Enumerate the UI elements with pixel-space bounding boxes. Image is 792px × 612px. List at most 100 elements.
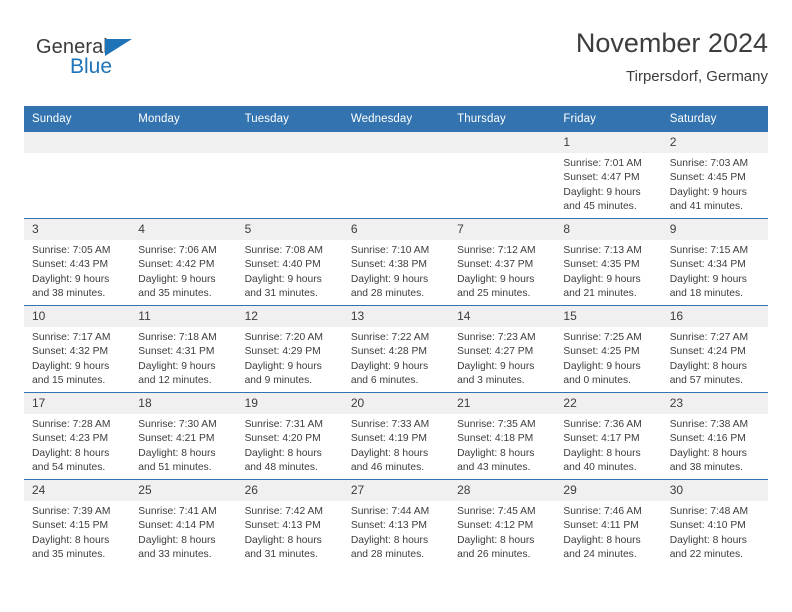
day-details: Sunrise: 7:20 AM Sunset: 4:29 PM Daylight:…: [237, 327, 343, 388]
day-details: Sunrise: 7:28 AM Sunset: 4:23 PM Daylight:…: [24, 414, 130, 475]
calendar-day-cell[interactable]: 18 Sunrise: 7:30 AM Sunset: 4:21 PM Dayligh…: [130, 392, 237, 480]
calendar-week-row: 3 Sunrise: 7:05 AM Sunset: 4:43 PM Daylight…: [24, 218, 768, 306]
day-number: 17: [24, 393, 131, 414]
daylight-text: Daylight: 9 hours and 3 minutes.: [457, 360, 535, 386]
calendar-day-cell[interactable]: 12 Sunrise: 7:20 AM Sunset: 4:29 PM Dayligh…: [236, 305, 343, 393]
weekday-header-row: Sunday Monday Tuesday Wednesday Thursday Frid…: [24, 106, 768, 132]
sunset-text: Sunset: 4:24 PM: [669, 346, 746, 358]
sunset-text: Sunset: 4:11 PM: [563, 520, 639, 532]
sunset-text: Sunset: 4:14 PM: [138, 520, 215, 532]
day-details: Sunrise: 7:17 AM Sunset: 4:32 PM Daylight:…: [24, 327, 130, 388]
sunrise-text: Sunrise: 7:44 AM: [350, 506, 430, 517]
calendar-day-cell[interactable]: 10 Sunrise: 7:17 AM Sunset: 4:32 PM Dayligh…: [24, 305, 131, 393]
calendar-day-cell[interactable]: 3 Sunrise: 7:05 AM Sunset: 4:43 PM Daylight…: [24, 218, 131, 306]
calendar-day-cell[interactable]: 26 Sunrise: 7:42 AM Sunset: 4:13 PM Dayligh…: [236, 479, 343, 566]
day-details: Sunrise: 7:48 AM Sunset: 4:10 PM Daylight:…: [662, 501, 768, 562]
day-number: 20: [342, 393, 450, 414]
sunset-text: Sunset: 4:28 PM: [350, 346, 427, 358]
day-number: 15: [555, 306, 662, 327]
calendar-day-cell[interactable]: 5 Sunrise: 7:08 AM Sunset: 4:40 PM Daylight…: [236, 218, 343, 306]
sunrise-text: Sunrise: 7:35 AM: [457, 419, 536, 430]
daylight-text: Daylight: 9 hours and 28 minutes.: [350, 273, 429, 299]
day-number: [449, 132, 556, 153]
calendar-day-cell[interactable]: 28 Sunrise: 7:45 AM Sunset: 4:12 PM Dayligh…: [449, 479, 556, 566]
sunrise-text: Sunrise: 7:12 AM: [457, 245, 536, 256]
daylight-text: Daylight: 8 hours and 46 minutes.: [350, 447, 429, 473]
brand-logo[interactable]: General Blue: [36, 34, 216, 90]
calendar-day-cell[interactable]: 17 Sunrise: 7:28 AM Sunset: 4:23 PM Dayligh…: [24, 392, 131, 480]
day-details: Sunrise: 7:18 AM Sunset: 4:31 PM Daylight:…: [130, 327, 236, 388]
calendar-cell-empty: [342, 132, 450, 219]
calendar-day-cell[interactable]: 8 Sunrise: 7:13 AM Sunset: 4:35 PM Daylight…: [555, 218, 662, 306]
sunset-text: Sunset: 4:43 PM: [32, 259, 109, 271]
sunset-text: Sunset: 4:38 PM: [350, 259, 427, 271]
sunrise-text: Sunrise: 7:10 AM: [350, 245, 430, 256]
day-number: 18: [130, 393, 237, 414]
calendar-day-cell[interactable]: 22 Sunrise: 7:36 AM Sunset: 4:17 PM Dayligh…: [555, 392, 662, 480]
weekday-header-monday: Monday: [130, 106, 237, 132]
day-number: 27: [342, 480, 450, 501]
calendar-day-cell[interactable]: 27 Sunrise: 7:44 AM Sunset: 4:13 PM Dayligh…: [342, 479, 450, 566]
sunrise-text: Sunrise: 7:13 AM: [563, 245, 642, 256]
day-details: Sunrise: 7:06 AM Sunset: 4:42 PM Daylight:…: [130, 240, 236, 301]
calendar-day-cell[interactable]: 19 Sunrise: 7:31 AM Sunset: 4:20 PM Dayligh…: [236, 392, 343, 480]
calendar-day-cell[interactable]: 23 Sunrise: 7:38 AM Sunset: 4:16 PM Dayligh…: [661, 392, 768, 480]
calendar-day-cell[interactable]: 14 Sunrise: 7:23 AM Sunset: 4:27 PM Dayligh…: [449, 305, 556, 393]
weekday-header-thursday: Thursday: [449, 106, 556, 132]
calendar-day-cell[interactable]: 11 Sunrise: 7:18 AM Sunset: 4:31 PM Dayligh…: [130, 305, 237, 393]
calendar-day-cell[interactable]: 15 Sunrise: 7:25 AM Sunset: 4:25 PM Dayligh…: [555, 305, 662, 393]
title-block: November 2024 Tirpersdorf, Germany: [576, 26, 768, 88]
calendar-day-cell[interactable]: 13 Sunrise: 7:22 AM Sunset: 4:28 PM Dayligh…: [342, 305, 450, 393]
day-number: [236, 132, 343, 153]
day-number: 12: [236, 306, 343, 327]
calendar-day-cell[interactable]: 20 Sunrise: 7:33 AM Sunset: 4:19 PM Dayligh…: [342, 392, 450, 480]
daylight-text: Daylight: 8 hours and 22 minutes.: [669, 534, 747, 560]
sunset-text: Sunset: 4:40 PM: [244, 259, 321, 271]
day-details: Sunrise: 7:33 AM Sunset: 4:19 PM Daylight:…: [343, 414, 449, 475]
calendar-day-cell[interactable]: 16 Sunrise: 7:27 AM Sunset: 4:24 PM Dayligh…: [661, 305, 768, 393]
sunset-text: Sunset: 4:47 PM: [563, 172, 640, 184]
calendar-day-cell[interactable]: 1 Sunrise: 7:01 AM Sunset: 4:47 PM Daylight…: [555, 132, 662, 219]
day-number: 14: [449, 306, 556, 327]
sunrise-text: Sunrise: 7:01 AM: [563, 158, 642, 169]
calendar-day-cell[interactable]: 30 Sunrise: 7:48 AM Sunset: 4:10 PM Dayligh…: [661, 479, 768, 566]
daylight-text: Daylight: 9 hours and 9 minutes.: [244, 360, 322, 386]
sunset-text: Sunset: 4:31 PM: [138, 346, 215, 358]
daylight-text: Daylight: 8 hours and 31 minutes.: [244, 534, 322, 560]
daylight-text: Daylight: 9 hours and 12 minutes.: [138, 360, 216, 386]
calendar-day-cell[interactable]: 6 Sunrise: 7:10 AM Sunset: 4:38 PM Daylight…: [342, 218, 450, 306]
calendar-day-cell[interactable]: 21 Sunrise: 7:35 AM Sunset: 4:18 PM Dayligh…: [449, 392, 556, 480]
day-details: Sunrise: 7:23 AM Sunset: 4:27 PM Daylight:…: [449, 327, 555, 388]
calendar-day-cell[interactable]: 25 Sunrise: 7:41 AM Sunset: 4:14 PM Dayligh…: [130, 479, 237, 566]
calendar-day-cell[interactable]: 24 Sunrise: 7:39 AM Sunset: 4:15 PM Dayligh…: [24, 479, 131, 566]
calendar-week-row: 1 Sunrise: 7:01 AM Sunset: 4:47 PM Daylight…: [24, 132, 768, 219]
sunset-text: Sunset: 4:29 PM: [244, 346, 321, 358]
sunset-text: Sunset: 4:15 PM: [32, 520, 109, 532]
day-details: Sunrise: 7:42 AM Sunset: 4:13 PM Daylight:…: [237, 501, 343, 562]
daylight-text: Daylight: 9 hours and 31 minutes.: [244, 273, 322, 299]
daylight-text: Daylight: 8 hours and 38 minutes.: [669, 447, 747, 473]
brand-name-general: General: [36, 36, 108, 58]
day-number: 24: [24, 480, 131, 501]
day-number: 10: [24, 306, 131, 327]
day-number: 8: [555, 219, 662, 240]
day-number: 16: [661, 306, 768, 327]
day-details: Sunrise: 7:41 AM Sunset: 4:14 PM Daylight:…: [130, 501, 236, 562]
calendar-day-cell[interactable]: 4 Sunrise: 7:06 AM Sunset: 4:42 PM Daylight…: [130, 218, 237, 306]
sunrise-text: Sunrise: 7:28 AM: [32, 419, 111, 430]
day-number: 22: [555, 393, 662, 414]
sunset-text: Sunset: 4:35 PM: [563, 259, 640, 271]
brand-name-blue: Blue: [70, 55, 113, 78]
calendar-day-cell[interactable]: 7 Sunrise: 7:12 AM Sunset: 4:37 PM Daylight…: [449, 218, 556, 306]
sunrise-text: Sunrise: 7:39 AM: [32, 506, 111, 517]
sunset-text: Sunset: 4:12 PM: [457, 520, 534, 532]
brand-top-row: General: [36, 34, 216, 58]
calendar-day-cell[interactable]: 9 Sunrise: 7:15 AM Sunset: 4:34 PM Daylight…: [661, 218, 768, 306]
day-number: 2: [661, 132, 768, 153]
sunset-text: Sunset: 4:42 PM: [138, 259, 215, 271]
calendar-day-cell[interactable]: 2 Sunrise: 7:03 AM Sunset: 4:45 PM Daylight…: [661, 132, 768, 219]
day-details: Sunrise: 7:22 AM Sunset: 4:28 PM Daylight:…: [343, 327, 449, 388]
day-details: Sunrise: 7:30 AM Sunset: 4:21 PM Daylight:…: [130, 414, 236, 475]
calendar-week-row: 10 Sunrise: 7:17 AM Sunset: 4:32 PM Dayligh…: [24, 305, 768, 393]
calendar-day-cell[interactable]: 29 Sunrise: 7:46 AM Sunset: 4:11 PM Dayligh…: [555, 479, 662, 566]
